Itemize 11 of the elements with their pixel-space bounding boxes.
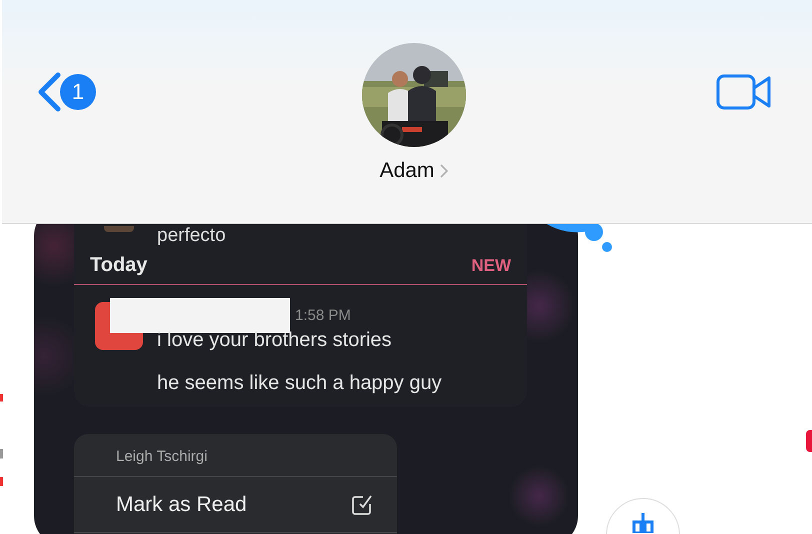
message-text: he seems like such a happy guy [157,372,442,395]
menu-item[interactable]: Mark as Read [74,477,397,533]
message-text: i love your brothers stories [157,329,392,352]
new-label: NEW [471,256,511,276]
message-time: 1:58 PM [295,307,351,324]
menu-title: Leigh Tschirgi [116,448,208,465]
contact-name[interactable]: Adam [380,159,448,183]
section-title: Today [90,254,148,277]
message-text: perfecto [157,226,226,245]
back-button[interactable]: 1 [36,72,96,112]
unread-badge: 1 [60,74,96,110]
